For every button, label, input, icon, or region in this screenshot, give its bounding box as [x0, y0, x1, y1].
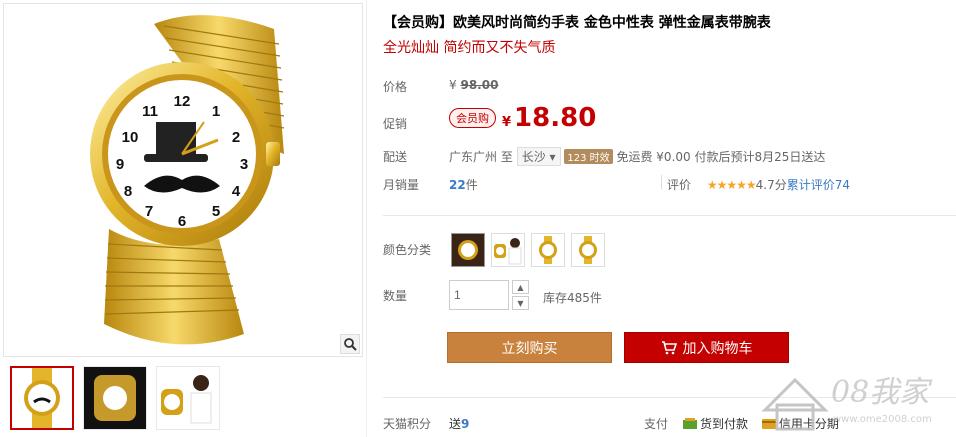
- price-label: 价格: [383, 80, 408, 94]
- product-gallery: 12 1 2 3 45 6 78 9 10 11: [0, 0, 366, 437]
- destination-select[interactable]: 长沙 ▾: [516, 147, 561, 166]
- footer-divider: [383, 397, 956, 398]
- promo-price: 会员购 ¥18.80: [449, 103, 596, 133]
- rating-score: 4.7分: [755, 178, 787, 192]
- rating-label: 评价: [667, 178, 692, 192]
- thumbnail-2[interactable]: [83, 366, 147, 430]
- quantity-label: 数量: [383, 289, 408, 303]
- promo-currency: ¥: [502, 115, 512, 130]
- points-prefix: 送: [449, 417, 462, 431]
- quantity-decrease-icon[interactable]: ▼: [512, 296, 529, 310]
- color-option-4[interactable]: [571, 233, 605, 267]
- member-tag: 会员购: [449, 108, 496, 128]
- svg-text:6: 6: [178, 213, 186, 230]
- ship-to-word: 至: [500, 150, 513, 164]
- points-value: 9: [461, 417, 470, 431]
- section-divider: [383, 215, 956, 216]
- ship-from: 广东广州: [449, 150, 498, 164]
- svg-text:10: 10: [122, 129, 139, 146]
- shipping-info: 广东广州 至 长沙 ▾ 123 时效 免运费 ¥0.00 付款后预计8月25日送…: [449, 147, 825, 166]
- buy-now-button[interactable]: 立刻购买: [447, 332, 612, 363]
- product-subtitle: 全光灿灿 简约而又不失气质: [383, 40, 556, 56]
- svg-text:5: 5: [212, 203, 220, 220]
- product-title: 【会员购】欧美风时尚简约手表 金色中性表 弹性金属表带腕表: [383, 15, 771, 31]
- svg-text:3: 3: [240, 156, 248, 173]
- delivery-time-badge: 123 时效: [564, 149, 613, 164]
- thumbnail-strip: [10, 366, 220, 430]
- rating-summary: 评价 ★★★★★4.7分累计评价74: [667, 176, 850, 193]
- sales-unit: 件: [465, 178, 478, 192]
- cod-icon: [683, 417, 697, 429]
- svg-text:9: 9: [116, 156, 124, 173]
- promo-price-value: 18.80: [514, 103, 597, 133]
- thumbnail-3[interactable]: [156, 366, 220, 430]
- payment-label: 支付: [644, 417, 669, 431]
- points-label: 天猫积分: [383, 417, 432, 431]
- add-to-cart-label: 加入购物车: [682, 340, 753, 357]
- svg-text:2: 2: [232, 129, 240, 146]
- color-options: [451, 233, 605, 267]
- shipping-label: 配送: [383, 150, 408, 164]
- main-product-image[interactable]: 12 1 2 3 45 6 78 9 10 11: [3, 3, 363, 357]
- svg-text:4: 4: [232, 183, 241, 200]
- thumbnail-1[interactable]: [10, 366, 74, 430]
- watch-illustration: 12 12 3 45 6 78 9 1011: [90, 15, 285, 345]
- svg-text:11: 11: [142, 103, 158, 120]
- destination-value: 长沙: [521, 150, 546, 164]
- cod-label: 货到付款: [700, 417, 749, 431]
- points-info: 送9: [449, 415, 469, 432]
- sales-divider: [661, 175, 662, 189]
- currency-symbol: ¥: [449, 78, 457, 92]
- shipping-fee: 免运费 ¥0.00: [616, 150, 691, 164]
- monthly-sales-count: 22: [449, 178, 466, 192]
- color-label: 颜色分类: [383, 243, 432, 257]
- gallery-divider: [366, 0, 367, 437]
- color-option-3[interactable]: [531, 233, 565, 267]
- svg-text:8: 8: [124, 183, 132, 200]
- color-option-1[interactable]: [451, 233, 485, 267]
- original-price: ¥ 98.00: [449, 78, 498, 92]
- stock-count: 库存485件: [543, 291, 602, 305]
- monthly-sales-label: 月销量: [383, 178, 420, 192]
- credit-installment-option[interactable]: 信用卡分期: [761, 415, 839, 432]
- add-to-cart-button[interactable]: 加入购物车: [624, 332, 789, 363]
- monthly-sales: 22件: [449, 176, 478, 193]
- chevron-down-icon: ▾: [549, 150, 556, 164]
- payment-methods: 货到付款 信用卡分期: [683, 415, 849, 433]
- credit-card-icon: [761, 418, 776, 429]
- reviews-link[interactable]: 累计评价74: [787, 178, 850, 192]
- delivery-estimate: 付款后预计8月25日送达: [694, 150, 826, 164]
- promo-label: 促销: [383, 117, 408, 131]
- svg-text:1: 1: [212, 103, 220, 120]
- product-info: 【会员购】欧美风时尚简约手表 金色中性表 弹性金属表带腕表 全光灿灿 简约而又不…: [383, 0, 956, 437]
- cart-icon: [661, 340, 677, 354]
- cod-option[interactable]: 货到付款: [683, 415, 748, 432]
- quantity-increase-icon[interactable]: ▲: [512, 280, 529, 294]
- svg-text:12: 12: [174, 93, 191, 110]
- rating-stars-icon: ★★★★★: [706, 178, 757, 192]
- promo-price-text: ¥18.80: [496, 103, 596, 133]
- credit-label: 信用卡分期: [778, 417, 839, 431]
- quantity-input[interactable]: [449, 280, 509, 310]
- svg-text:7: 7: [145, 203, 153, 220]
- original-price-value: 98.00: [460, 78, 499, 92]
- color-option-2[interactable]: [491, 233, 525, 267]
- zoom-icon[interactable]: [340, 334, 360, 354]
